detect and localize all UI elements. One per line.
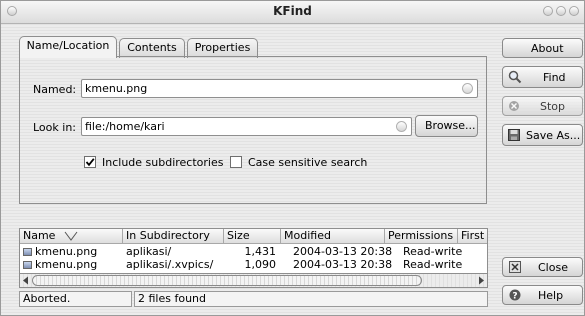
minimize-icon[interactable] <box>543 6 553 16</box>
cell-modified: 2004-03-13 20:38 <box>293 245 393 258</box>
help-button[interactable]: ? Help <box>502 285 583 305</box>
magnifier-icon <box>508 70 522 84</box>
include-subdirectories-checkbox[interactable] <box>84 156 96 168</box>
sort-descending-icon <box>64 231 78 241</box>
kfind-window: KFind Name/Location Contents Properties … <box>0 0 585 316</box>
cell-name: kmenu.png <box>35 245 98 258</box>
tab-properties[interactable]: Properties <box>187 38 258 58</box>
tab-properties-label: Properties <box>194 41 251 54</box>
column-header-modified-label: Modified <box>284 229 331 242</box>
cell-modified: 2004-03-13 20:38 <box>293 258 393 271</box>
case-sensitive-checkbox[interactable] <box>230 156 242 168</box>
lookin-label: Look in: <box>33 121 76 134</box>
scroll-left-icon[interactable] <box>22 276 30 285</box>
cell-subdirectory: aplikasi/ <box>126 245 172 258</box>
named-dropdown-icon[interactable] <box>462 83 473 94</box>
about-button-label: About <box>531 42 564 55</box>
lookin-input[interactable]: file:/home/kari <box>85 120 165 133</box>
column-header-size-label: Size <box>227 229 250 242</box>
column-header-permissions[interactable]: Permissions <box>385 229 458 244</box>
checkmark-icon <box>85 158 95 167</box>
find-button[interactable]: Find <box>502 66 583 88</box>
close-button[interactable]: Close <box>502 257 583 277</box>
column-header-size[interactable]: Size <box>224 229 281 244</box>
named-combobox[interactable]: kmenu.png <box>81 79 478 98</box>
close-button-label: Close <box>538 261 568 274</box>
horizontal-scrollbar[interactable] <box>19 273 488 288</box>
cell-name: kmenu.png <box>35 258 98 271</box>
stop-icon <box>509 101 519 111</box>
browse-button-label: Browse... <box>425 119 476 132</box>
cell-size: 1,431 <box>244 245 277 258</box>
tab-name-location[interactable]: Name/Location <box>19 36 117 58</box>
help-icon: ? <box>509 289 521 301</box>
stop-button[interactable]: Stop <box>502 96 583 116</box>
column-header-subdirectory[interactable]: In Subdirectory <box>123 229 224 244</box>
browse-button[interactable]: Browse... <box>415 115 478 137</box>
case-sensitive-label: Case sensitive search <box>248 156 368 169</box>
title-bar[interactable]: KFind <box>1 1 584 24</box>
image-file-icon <box>23 261 32 269</box>
tab-name-location-label: Name/Location <box>26 39 110 52</box>
maximize-icon[interactable] <box>556 6 566 16</box>
column-header-permissions-label: Permissions <box>388 229 454 242</box>
image-file-icon <box>23 248 32 256</box>
column-header-name-label: Name <box>23 229 56 242</box>
floppy-disk-icon <box>508 129 520 141</box>
close-window-icon[interactable] <box>569 6 579 16</box>
tab-contents-label: Contents <box>127 41 177 54</box>
column-header-modified[interactable]: Modified <box>281 229 385 244</box>
column-header-first[interactable]: First <box>458 229 487 244</box>
status-count-text: 2 files found <box>138 292 207 305</box>
scroll-right-icon[interactable] <box>477 276 485 285</box>
save-as-button[interactable]: Save As... <box>502 124 583 146</box>
cell-subdirectory: aplikasi/.xvpics/ <box>126 258 214 271</box>
lookin-dropdown-icon[interactable] <box>396 121 407 132</box>
status-count: 2 files found <box>134 291 488 307</box>
save-as-button-label: Save As... <box>526 129 581 142</box>
cell-size: 1,090 <box>244 258 277 271</box>
lookin-combobox[interactable]: file:/home/kari <box>81 117 412 136</box>
scrollbar-thumb[interactable] <box>32 275 422 286</box>
status-state: Aborted. <box>19 291 132 307</box>
column-header-subdirectory-label: In Subdirectory <box>126 229 210 242</box>
cell-permissions: Read-write <box>403 258 463 271</box>
svg-text:?: ? <box>512 292 517 302</box>
tab-contents[interactable]: Contents <box>119 38 185 58</box>
column-header-first-label: First <box>461 229 485 242</box>
close-icon <box>509 261 521 273</box>
table-row[interactable]: kmenu.png aplikasi/ 1,431 2004-03-13 20:… <box>20 245 487 258</box>
cell-permissions: Read-write <box>403 245 463 258</box>
about-button[interactable]: About <box>502 38 583 58</box>
help-button-label: Help <box>538 289 564 302</box>
table-row[interactable]: kmenu.png aplikasi/.xvpics/ 1,090 2004-0… <box>20 258 487 271</box>
named-input[interactable]: kmenu.png <box>85 82 147 95</box>
named-label: Named: <box>33 83 77 96</box>
column-header-name[interactable]: Name <box>20 229 123 244</box>
stop-button-label: Stop <box>540 100 566 113</box>
window-title: KFind <box>273 4 312 18</box>
status-state-text: Aborted. <box>23 292 71 305</box>
include-subdirectories-label: Include subdirectories <box>102 156 224 169</box>
find-button-label: Find <box>543 71 566 84</box>
